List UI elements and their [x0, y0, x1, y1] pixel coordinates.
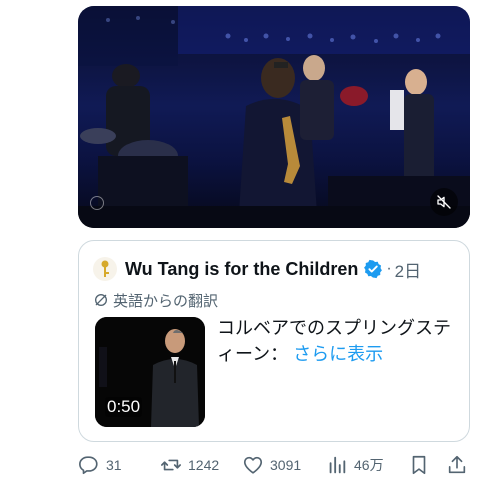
reply-button[interactable]: 31: [78, 452, 122, 478]
bookmark-button[interactable]: [408, 452, 430, 478]
separator-dot: ·: [386, 260, 392, 277]
mute-button[interactable]: [430, 188, 458, 216]
bookmark-icon: [412, 455, 426, 475]
translation-label: 英語からの翻訳: [113, 292, 219, 310]
verified-badge-icon: [364, 259, 383, 279]
repost-button[interactable]: 1242: [160, 452, 219, 478]
quoted-post[interactable]: Wu Tang is for the Children · 2日 英語からの翻訳…: [78, 240, 470, 442]
video-duration: 0:50: [105, 397, 143, 417]
translate-icon: [95, 294, 107, 306]
key-logo-icon: [101, 260, 109, 277]
heart-icon: [243, 456, 263, 474]
show-more-link[interactable]: さらに表示: [293, 344, 383, 364]
views-button[interactable]: 46万: [326, 452, 384, 478]
views-chart-icon: [329, 456, 346, 474]
translation-indicator: 英語からの翻訳: [93, 290, 218, 310]
repost-count: 1242: [188, 457, 220, 473]
quoted-post-header: Wu Tang is for the Children · 2日: [93, 257, 421, 281]
view-count: 46万: [354, 457, 384, 473]
share-icon: [448, 455, 466, 474]
avatar[interactable]: [93, 257, 117, 281]
watermark-icon: [90, 196, 104, 210]
like-button[interactable]: 3091: [242, 452, 301, 478]
repost-icon: [161, 459, 181, 471]
post-timestamp[interactable]: 2日: [395, 257, 421, 282]
reply-count: 31: [106, 457, 122, 473]
share-button[interactable]: [446, 452, 468, 478]
author-name[interactable]: Wu Tang is for the Children: [125, 259, 358, 280]
like-count: 3091: [270, 457, 302, 473]
quoted-post-text: コルベアでのスプリングスティーン： さらに表示: [217, 315, 461, 367]
reply-icon: [79, 456, 98, 475]
video-frame: [78, 6, 470, 228]
quoted-video-thumbnail[interactable]: 0:50: [95, 317, 205, 427]
embedded-video[interactable]: [78, 6, 470, 228]
post-action-bar: 31 1242 3091 46万: [78, 452, 470, 478]
speaker-muted-icon: [437, 195, 451, 209]
